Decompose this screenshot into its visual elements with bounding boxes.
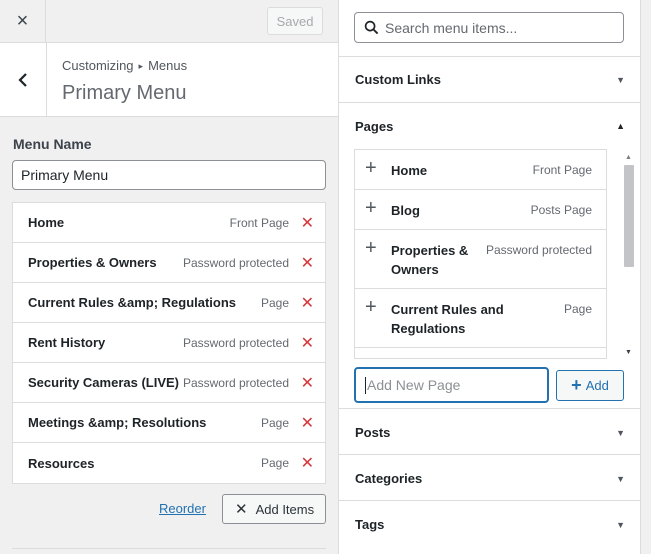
remove-icon[interactable]: ✕ [301, 373, 314, 393]
remove-icon[interactable]: ✕ [301, 453, 314, 473]
remove-icon[interactable]: ✕ [301, 413, 314, 433]
section-custom-links[interactable]: Custom Links ▼ [339, 57, 640, 103]
caret-down-icon: ▼ [616, 474, 625, 484]
new-page-placeholder: Add New Page [367, 377, 461, 393]
page-type: Front Page [532, 163, 592, 177]
menu-item[interactable]: Meetings &amp; Resolutions Page ✕ [13, 403, 325, 443]
menu-item-type: Password protected [182, 335, 289, 350]
scroll-thumb[interactable] [624, 165, 634, 267]
section-title: Categories [355, 471, 423, 486]
section-title: Tags [355, 517, 385, 532]
menu-item-type: Front Page [229, 215, 289, 230]
menu-items-list: Home Front Page ✕ Properties & Owners Pa… [12, 202, 326, 484]
remove-icon[interactable]: ✕ [301, 293, 314, 313]
add-page-button[interactable]: + Add [556, 370, 624, 401]
breadcrumb: Customizing ▸ Menus [62, 58, 187, 73]
page-type: Posts Page [530, 203, 592, 217]
caret-up-icon[interactable]: ▲ [616, 121, 625, 131]
menu-item[interactable]: Security Cameras (LIVE) Password protect… [13, 363, 325, 403]
page-type: Password protected [485, 243, 592, 257]
page-type: Page [563, 302, 592, 316]
close-icon: ✕ [235, 501, 248, 518]
page-title-line2: Owners [391, 262, 439, 277]
pages-list: + Home Front Page + Blog Posts Page + Pr… [354, 149, 607, 359]
page-title-line1: Properties & [391, 243, 469, 258]
menu-item-title: Current Rules &amp; Regulations [28, 295, 237, 310]
close-customizer-button[interactable]: × [0, 0, 46, 42]
breadcrumb-root: Customizing [62, 58, 134, 73]
section-title: Custom Links [355, 72, 441, 87]
menu-item[interactable]: Rent History Password protected ✕ [13, 323, 325, 363]
customizer-left-panel: × Saved Customizing ▸ Menus Primary Menu M… [0, 0, 339, 554]
search-area: Search menu items... [339, 0, 640, 57]
text-cursor [365, 376, 366, 394]
page-title-line1: Blog [391, 203, 420, 218]
available-menu-items-panel: Search menu items... Custom Links ▼ Page… [339, 0, 640, 554]
plus-icon: + [365, 157, 377, 179]
customizer-topbar: × Saved [0, 0, 338, 43]
plus-icon: + [365, 296, 377, 318]
menu-item[interactable]: Resources Page ✕ [13, 443, 325, 483]
search-placeholder: Search menu items... [385, 19, 518, 36]
search-input[interactable]: Search menu items... [354, 12, 624, 43]
menu-item-title: Rent History [28, 335, 106, 350]
menu-item-title: Properties & Owners [28, 255, 157, 270]
remove-icon[interactable]: ✕ [301, 333, 314, 353]
menu-item[interactable]: Current Rules &amp; Regulations Page ✕ [13, 283, 325, 323]
window-gutter [640, 0, 651, 554]
add-label: Add [585, 378, 609, 393]
menu-item[interactable]: Properties & Owners Password protected ✕ [13, 243, 325, 283]
page-title: Primary Menu [62, 82, 187, 104]
page-title-line1: Home [391, 163, 428, 178]
remove-icon[interactable]: ✕ [301, 253, 314, 273]
menu-item-type: Password protected [182, 375, 289, 390]
scroll-down-icon[interactable]: ▼ [625, 349, 632, 356]
menu-item-type: Page [260, 295, 289, 310]
scroll-up-icon[interactable]: ▲ [625, 154, 632, 161]
back-button[interactable] [0, 43, 47, 116]
add-items-label: Add Items [255, 501, 315, 517]
menu-item-title: Home [28, 215, 65, 230]
search-icon [364, 20, 379, 35]
caret-down-icon: ▼ [616, 428, 625, 438]
menu-item-type: Page [260, 456, 289, 470]
section-posts[interactable]: Posts ▼ [339, 409, 640, 455]
menu-name-label: Menu Name [13, 136, 92, 152]
saved-button[interactable]: Saved [267, 7, 323, 35]
page-title-line2: Regulations [391, 321, 466, 336]
page-title-line1: Current Rules and [391, 302, 504, 317]
menu-item-type: Password protected [182, 255, 289, 270]
chevron-left-icon [18, 72, 27, 87]
divider [12, 548, 326, 549]
menu-item-title: Security Cameras (LIVE) [28, 375, 180, 390]
section-title: Posts [355, 425, 391, 440]
menu-item-title: Resources [28, 455, 95, 471]
menu-item[interactable]: Home Front Page ✕ [13, 203, 325, 243]
list-item[interactable]: + Properties & Owners Password protected [355, 230, 606, 289]
close-icon: × [16, 9, 29, 32]
section-title[interactable]: Pages [355, 119, 393, 134]
menu-item-type: Page [260, 415, 289, 430]
remove-icon[interactable]: ✕ [301, 213, 314, 233]
list-item[interactable]: + Home Front Page [355, 150, 606, 190]
section-tags[interactable]: Tags ▼ [339, 501, 640, 554]
reorder-link[interactable]: Reorder [159, 501, 206, 516]
breadcrumb-separator-icon: ▸ [138, 61, 144, 71]
list-item[interactable]: + Current Rules and Regulations Page [355, 289, 606, 348]
caret-down-icon: ▼ [616, 75, 625, 85]
pages-scrollbar[interactable]: ▲ ▼ [622, 149, 636, 361]
breadcrumb-section: Menus [148, 58, 188, 73]
caret-down-icon: ▼ [616, 520, 625, 530]
menu-name-input[interactable] [12, 160, 326, 190]
add-items-button[interactable]: ✕ Add Items [222, 494, 326, 524]
panel-header: Customizing ▸ Menus Primary Menu [0, 43, 338, 117]
plus-icon: + [365, 237, 377, 259]
menu-item-title: Meetings &amp; Resolutions [28, 415, 207, 430]
new-page-input[interactable]: Add New Page [354, 367, 549, 403]
plus-icon: + [571, 375, 582, 395]
section-categories[interactable]: Categories ▼ [339, 455, 640, 501]
plus-icon: + [365, 197, 377, 219]
list-item[interactable]: + Blog Posts Page [355, 190, 606, 230]
